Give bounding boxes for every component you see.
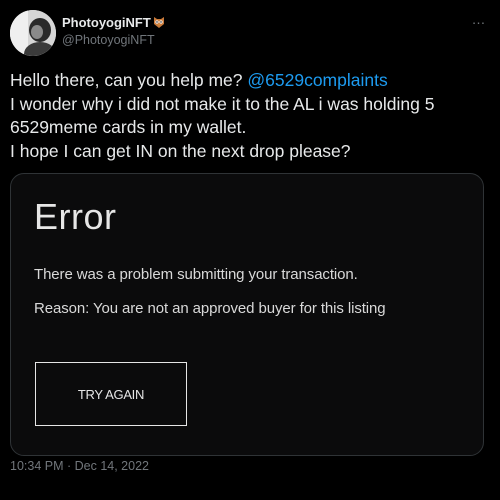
avatar-photo bbox=[10, 10, 56, 56]
tweet-text: Hello there, can you help me? @6529compl… bbox=[10, 69, 494, 163]
tweet-line-2-text: I wonder why i did not make it to the AL… bbox=[10, 93, 435, 138]
error-reason: Reason: You are not an approved buyer fo… bbox=[34, 300, 386, 317]
owl-emoji-icon bbox=[153, 17, 164, 28]
error-title: Error bbox=[34, 196, 117, 237]
tweet-line-1-text: Hello there, can you help me? bbox=[10, 70, 248, 90]
more-options-icon[interactable]: … bbox=[468, 11, 490, 27]
author-handle[interactable]: @PhotoyogiNFT bbox=[62, 33, 155, 47]
attached-image[interactable]: Error There was a problem submitting you… bbox=[10, 173, 484, 456]
author-display-name[interactable]: PhotoyogiNFT bbox=[62, 15, 151, 30]
error-message: There was a problem submitting your tran… bbox=[34, 266, 358, 283]
author-name-row[interactable]: PhotoyogiNFT bbox=[62, 15, 165, 30]
tweet-line-3-text: I hope I can get IN on the next drop ple… bbox=[10, 140, 351, 161]
mention-link[interactable]: @6529complaints bbox=[247, 70, 387, 90]
try-again-button: TRY AGAIN bbox=[35, 362, 187, 426]
tweet-timestamp[interactable]: 10:34 PM · Dec 14, 2022 bbox=[10, 459, 149, 473]
avatar[interactable] bbox=[10, 10, 56, 56]
